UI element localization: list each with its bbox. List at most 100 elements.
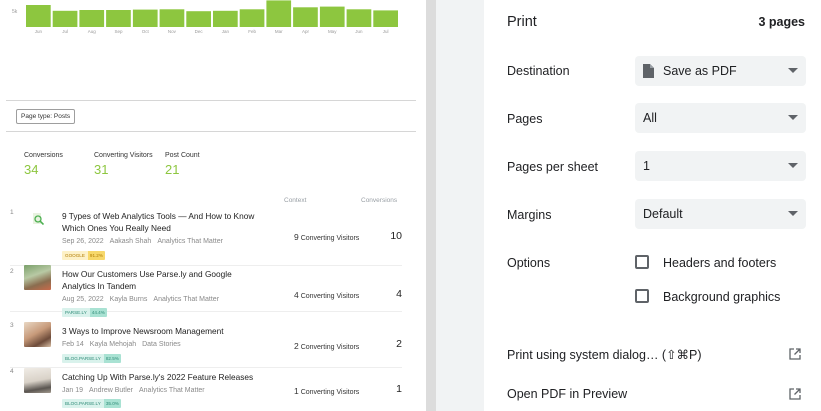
post-date: Sep 26, 2022 [62, 238, 104, 245]
stat-converting-visitors: Converting Visitors 31 [94, 152, 153, 177]
post-thumbnail [24, 322, 51, 347]
converting-visitors-label: Converting Visitors [300, 389, 360, 396]
headers-footers-label[interactable]: Headers and footers [663, 256, 776, 270]
x-tick-label: Apr [302, 29, 310, 34]
converting-visitors-count: 2 [294, 341, 299, 351]
x-tick-label: Feb [248, 29, 256, 34]
chart-bar-sep-3 [106, 10, 131, 27]
post-row[interactable]: 3 3 Ways to Improve Newsroom Management … [10, 322, 402, 368]
chart-bar-aug-2 [79, 10, 105, 27]
converting-visitors-count: 1 [294, 386, 299, 396]
post-title[interactable]: 9 Types of Web Analytics Tools — And How… [62, 211, 262, 234]
x-tick-label: Jun [355, 29, 363, 34]
document-icon [643, 64, 654, 78]
post-meta: Aug 25, 2022 Kayla Burns Analytics That Ma… [62, 296, 225, 303]
stat-value: 34 [24, 162, 39, 177]
chart-bar-jun-12 [346, 9, 372, 28]
chart-bar-jul-13 [373, 10, 398, 27]
stat-post-count: Post Count 21 [165, 152, 200, 177]
print-settings-panel: Print 3 pages Destination Save as PDF Pa… [436, 0, 821, 411]
post-row[interactable]: 4 Catching Up With Parse.ly's 2022 Featu… [10, 368, 402, 411]
post-date: Jan 19 [62, 387, 84, 394]
x-tick-label: Aug [88, 29, 97, 34]
chart-bar-apr-10 [293, 7, 318, 28]
x-tick-label: Sep [114, 29, 123, 34]
post-thumbnail [24, 368, 51, 393]
margins-select[interactable]: Default [635, 199, 806, 229]
referrer-percent: 44.4% [89, 308, 107, 317]
post-author: Kayla Burns [109, 296, 148, 303]
x-tick-label: Nov [168, 29, 177, 34]
system-dialog-link[interactable]: Print using system dialog… (⇧⌘P) [507, 347, 702, 362]
post-section: Analytics That Matter [139, 387, 205, 394]
external-link-icon[interactable] [789, 348, 801, 360]
post-date: Feb 14 [62, 341, 84, 348]
options-label: Options [507, 256, 551, 270]
converting-visitors-count: 9 [294, 232, 299, 242]
x-tick-label: Jul [62, 29, 68, 34]
pages-per-sheet-value: 1 [643, 159, 650, 173]
conversions-count: 10 [390, 230, 402, 242]
pages-select[interactable]: All [635, 103, 806, 133]
print-preview: 5k Jun Jul Aug Sep Oct Nov Dec Jan Feb Mar Apr May J… [0, 0, 436, 411]
headers-footers-checkbox[interactable] [635, 255, 649, 269]
chart-bar-feb-8 [239, 9, 265, 28]
post-title[interactable]: 3 Ways to Improve Newsroom Management [62, 326, 262, 338]
conversions-count: 2 [396, 338, 402, 350]
open-pdf-preview-link[interactable]: Open PDF in Preview [507, 387, 627, 401]
post-thumbnail [24, 265, 51, 290]
referrer-name: PARSE.LY [62, 308, 90, 317]
referrer-tag: BLOG.PARSE.LY 35.0% [62, 399, 121, 408]
search-thumbnail [24, 209, 51, 234]
preview-page: 5k Jun Jul Aug Sep Oct Nov Dec Jan Feb Mar Apr May J… [0, 0, 426, 411]
post-row[interactable]: 2 How Our Customers Use Parse.ly and Goo… [10, 265, 402, 317]
referrer-percent: 35.0% [103, 399, 121, 408]
converting-visitors-count: 4 [294, 290, 299, 300]
x-tick-label: Jul [383, 29, 389, 34]
column-header-context: Context [284, 197, 307, 204]
post-rank: 1 [10, 209, 14, 216]
post-row[interactable]: 1 9 Types of Web Analytics Tools — And H… [10, 209, 402, 266]
margins-label: Margins [507, 208, 552, 222]
referrer-name: BLOG.PARSE.LY [62, 354, 104, 363]
x-tick-label: Oct [142, 29, 150, 34]
x-tick-label: May [328, 29, 337, 34]
print-title: Print [507, 14, 537, 30]
post-rank: 2 [10, 268, 14, 275]
converting-visitors-label: Converting Visitors [300, 344, 360, 351]
post-author: Kayla Mehojah [89, 341, 137, 348]
post-author: Andrew Butler [89, 387, 133, 394]
post-author: Aakash Shah [109, 238, 152, 245]
background-graphics-label[interactable]: Background graphics [663, 290, 780, 304]
x-tick-label: Mar [275, 29, 283, 34]
post-section: Analytics That Matter [153, 296, 220, 303]
destination-select[interactable]: Save as PDF [635, 56, 806, 86]
page-type-filter[interactable]: Page type: Posts [16, 109, 76, 124]
referrer-percent: 91.2% [87, 251, 105, 260]
referrer-percent: 82.5% [103, 354, 121, 363]
destination-label: Destination [507, 64, 570, 78]
x-tick-label: Jun [35, 29, 43, 34]
chart-bar-nov-5 [159, 9, 185, 28]
post-title[interactable]: Catching Up With Parse.ly's 2022 Feature… [62, 372, 262, 384]
post-meta: Feb 14 Kayla Mehojah Data Stories [62, 341, 187, 348]
chart-bar-may-11 [319, 6, 345, 27]
chevron-down-icon [788, 68, 798, 73]
page-count: 3 pages [758, 15, 805, 29]
chart-canvas: Jun Jul Aug Sep Oct Nov Dec Jan Feb Mar Apr May Jun J… [26, 0, 398, 34]
stat-conversions: Conversions 34 [24, 152, 63, 177]
print-settings: Print 3 pages Destination Save as PDF Pa… [484, 0, 821, 411]
chart-bar-mar-9 [266, 0, 292, 28]
referrer-tag: PARSE.LY 44.4% [62, 308, 107, 317]
pages-per-sheet-select[interactable]: 1 [635, 151, 806, 181]
post-meta: Jan 19 Andrew Butler Analytics That Matter [62, 387, 211, 394]
conversions-count: 1 [396, 383, 402, 395]
external-link-icon[interactable] [789, 388, 801, 400]
post-section: Data Stories [142, 341, 181, 348]
x-tick-label: Jan [222, 29, 230, 34]
stat-value: 31 [94, 162, 109, 177]
post-title[interactable]: How Our Customers Use Parse.ly and Googl… [62, 269, 262, 292]
stat-label: Post Count [165, 152, 200, 159]
chart-bar-jul-1 [52, 10, 78, 28]
background-graphics-checkbox[interactable] [635, 289, 649, 303]
